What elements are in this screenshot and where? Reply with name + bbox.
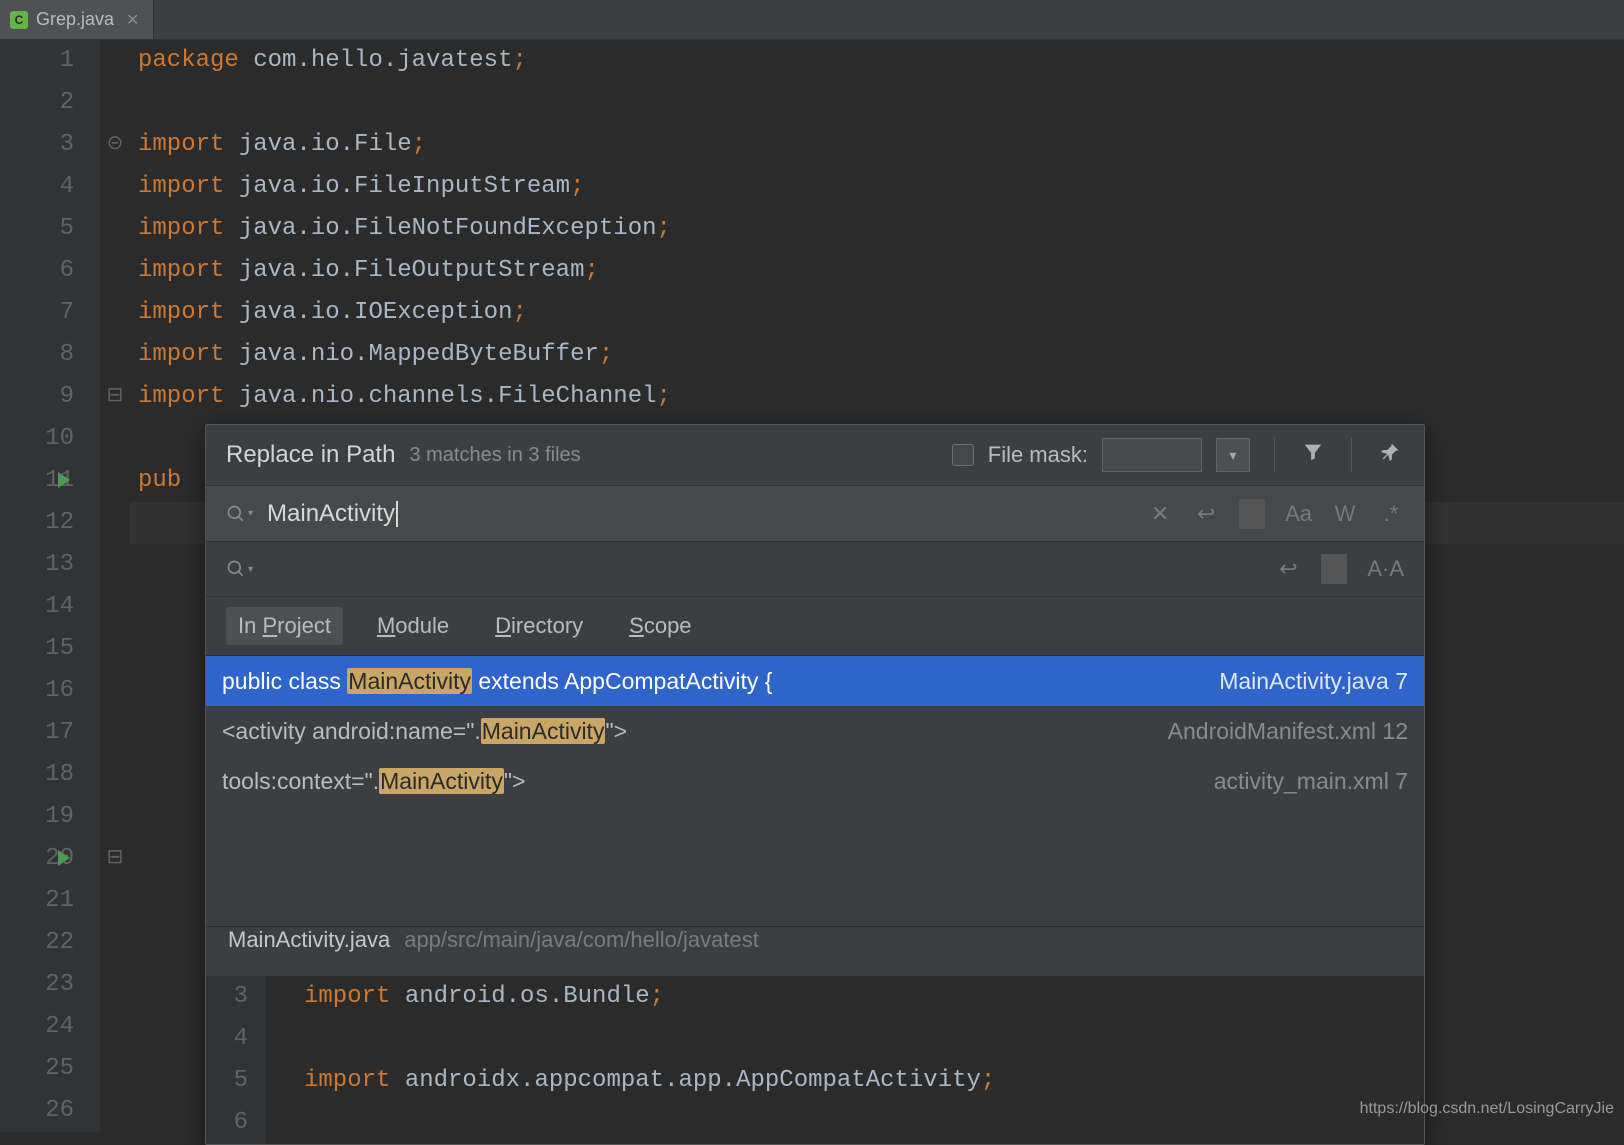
- newline-icon[interactable]: ↩: [1193, 501, 1219, 527]
- tab-filename: Grep.java: [36, 9, 114, 30]
- file-mask-checkbox[interactable]: [952, 444, 974, 466]
- pin-icon[interactable]: [1376, 441, 1404, 469]
- java-class-icon: C: [10, 11, 28, 29]
- replace-in-path-dialog: Replace in Path 3 matches in 3 files Fil…: [205, 424, 1425, 1145]
- newline-icon[interactable]: ↩: [1275, 556, 1301, 582]
- editor-tab[interactable]: C Grep.java ✕: [0, 0, 154, 39]
- filter-icon[interactable]: [1299, 441, 1327, 469]
- replace-field-row: ▾ ↩ A·A: [206, 541, 1424, 597]
- match-count-label: 3 matches in 3 files: [409, 444, 580, 467]
- editor-tab-bar: C Grep.java ✕: [0, 0, 1624, 40]
- preview-code[interactable]: 3456 import android.os.Bundle;import and…: [206, 976, 1424, 1144]
- preview-filepath: app/src/main/java/com/hello/javatest: [404, 927, 759, 953]
- scope-tabs: In Project Module Directory Scope: [206, 597, 1424, 655]
- scope-directory[interactable]: Directory: [483, 607, 595, 645]
- result-row[interactable]: <activity android:name=".MainActivity">A…: [206, 706, 1424, 756]
- search-history-icon[interactable]: ▾: [226, 504, 253, 524]
- result-row[interactable]: tools:context=".MainActivity">activity_m…: [206, 756, 1424, 806]
- scope-module[interactable]: Module: [365, 607, 461, 645]
- file-mask-dropdown[interactable]: ▾: [1216, 438, 1250, 472]
- search-input[interactable]: MainActivity: [267, 500, 1133, 528]
- replace-history-icon[interactable]: ▾: [226, 559, 253, 579]
- clear-icon[interactable]: ✕: [1147, 501, 1173, 527]
- scope-scope[interactable]: Scope: [617, 607, 703, 645]
- result-row[interactable]: public class MainActivity extends AppCom…: [206, 656, 1424, 706]
- line-number-gutter: 1234567891011121314151617181920212223242…: [0, 40, 100, 1132]
- scope-project[interactable]: In Project: [226, 607, 343, 645]
- preview-header: MainActivity.java app/src/main/java/com/…: [206, 926, 1424, 976]
- results-list: public class MainActivity extends AppCom…: [206, 655, 1424, 926]
- file-mask-label: File mask:: [988, 442, 1088, 468]
- search-field-row: ▾ MainActivity ✕ ↩ Aa W .*: [206, 485, 1424, 541]
- watermark-text: https://blog.csdn.net/LosingCarryJie: [1360, 1100, 1614, 1118]
- close-icon[interactable]: ✕: [126, 10, 139, 30]
- match-case-toggle[interactable]: Aa: [1285, 501, 1312, 527]
- fold-column: ⊝⊟⊟: [100, 40, 130, 1132]
- file-mask-input[interactable]: [1102, 438, 1202, 472]
- whole-word-toggle[interactable]: W: [1332, 501, 1358, 527]
- preview-filename: MainActivity.java: [228, 927, 390, 953]
- dialog-header: Replace in Path 3 matches in 3 files Fil…: [206, 425, 1424, 485]
- regex-toggle[interactable]: .*: [1378, 501, 1404, 527]
- dialog-title: Replace in Path: [226, 441, 395, 469]
- preserve-case-toggle[interactable]: A·A: [1367, 556, 1404, 582]
